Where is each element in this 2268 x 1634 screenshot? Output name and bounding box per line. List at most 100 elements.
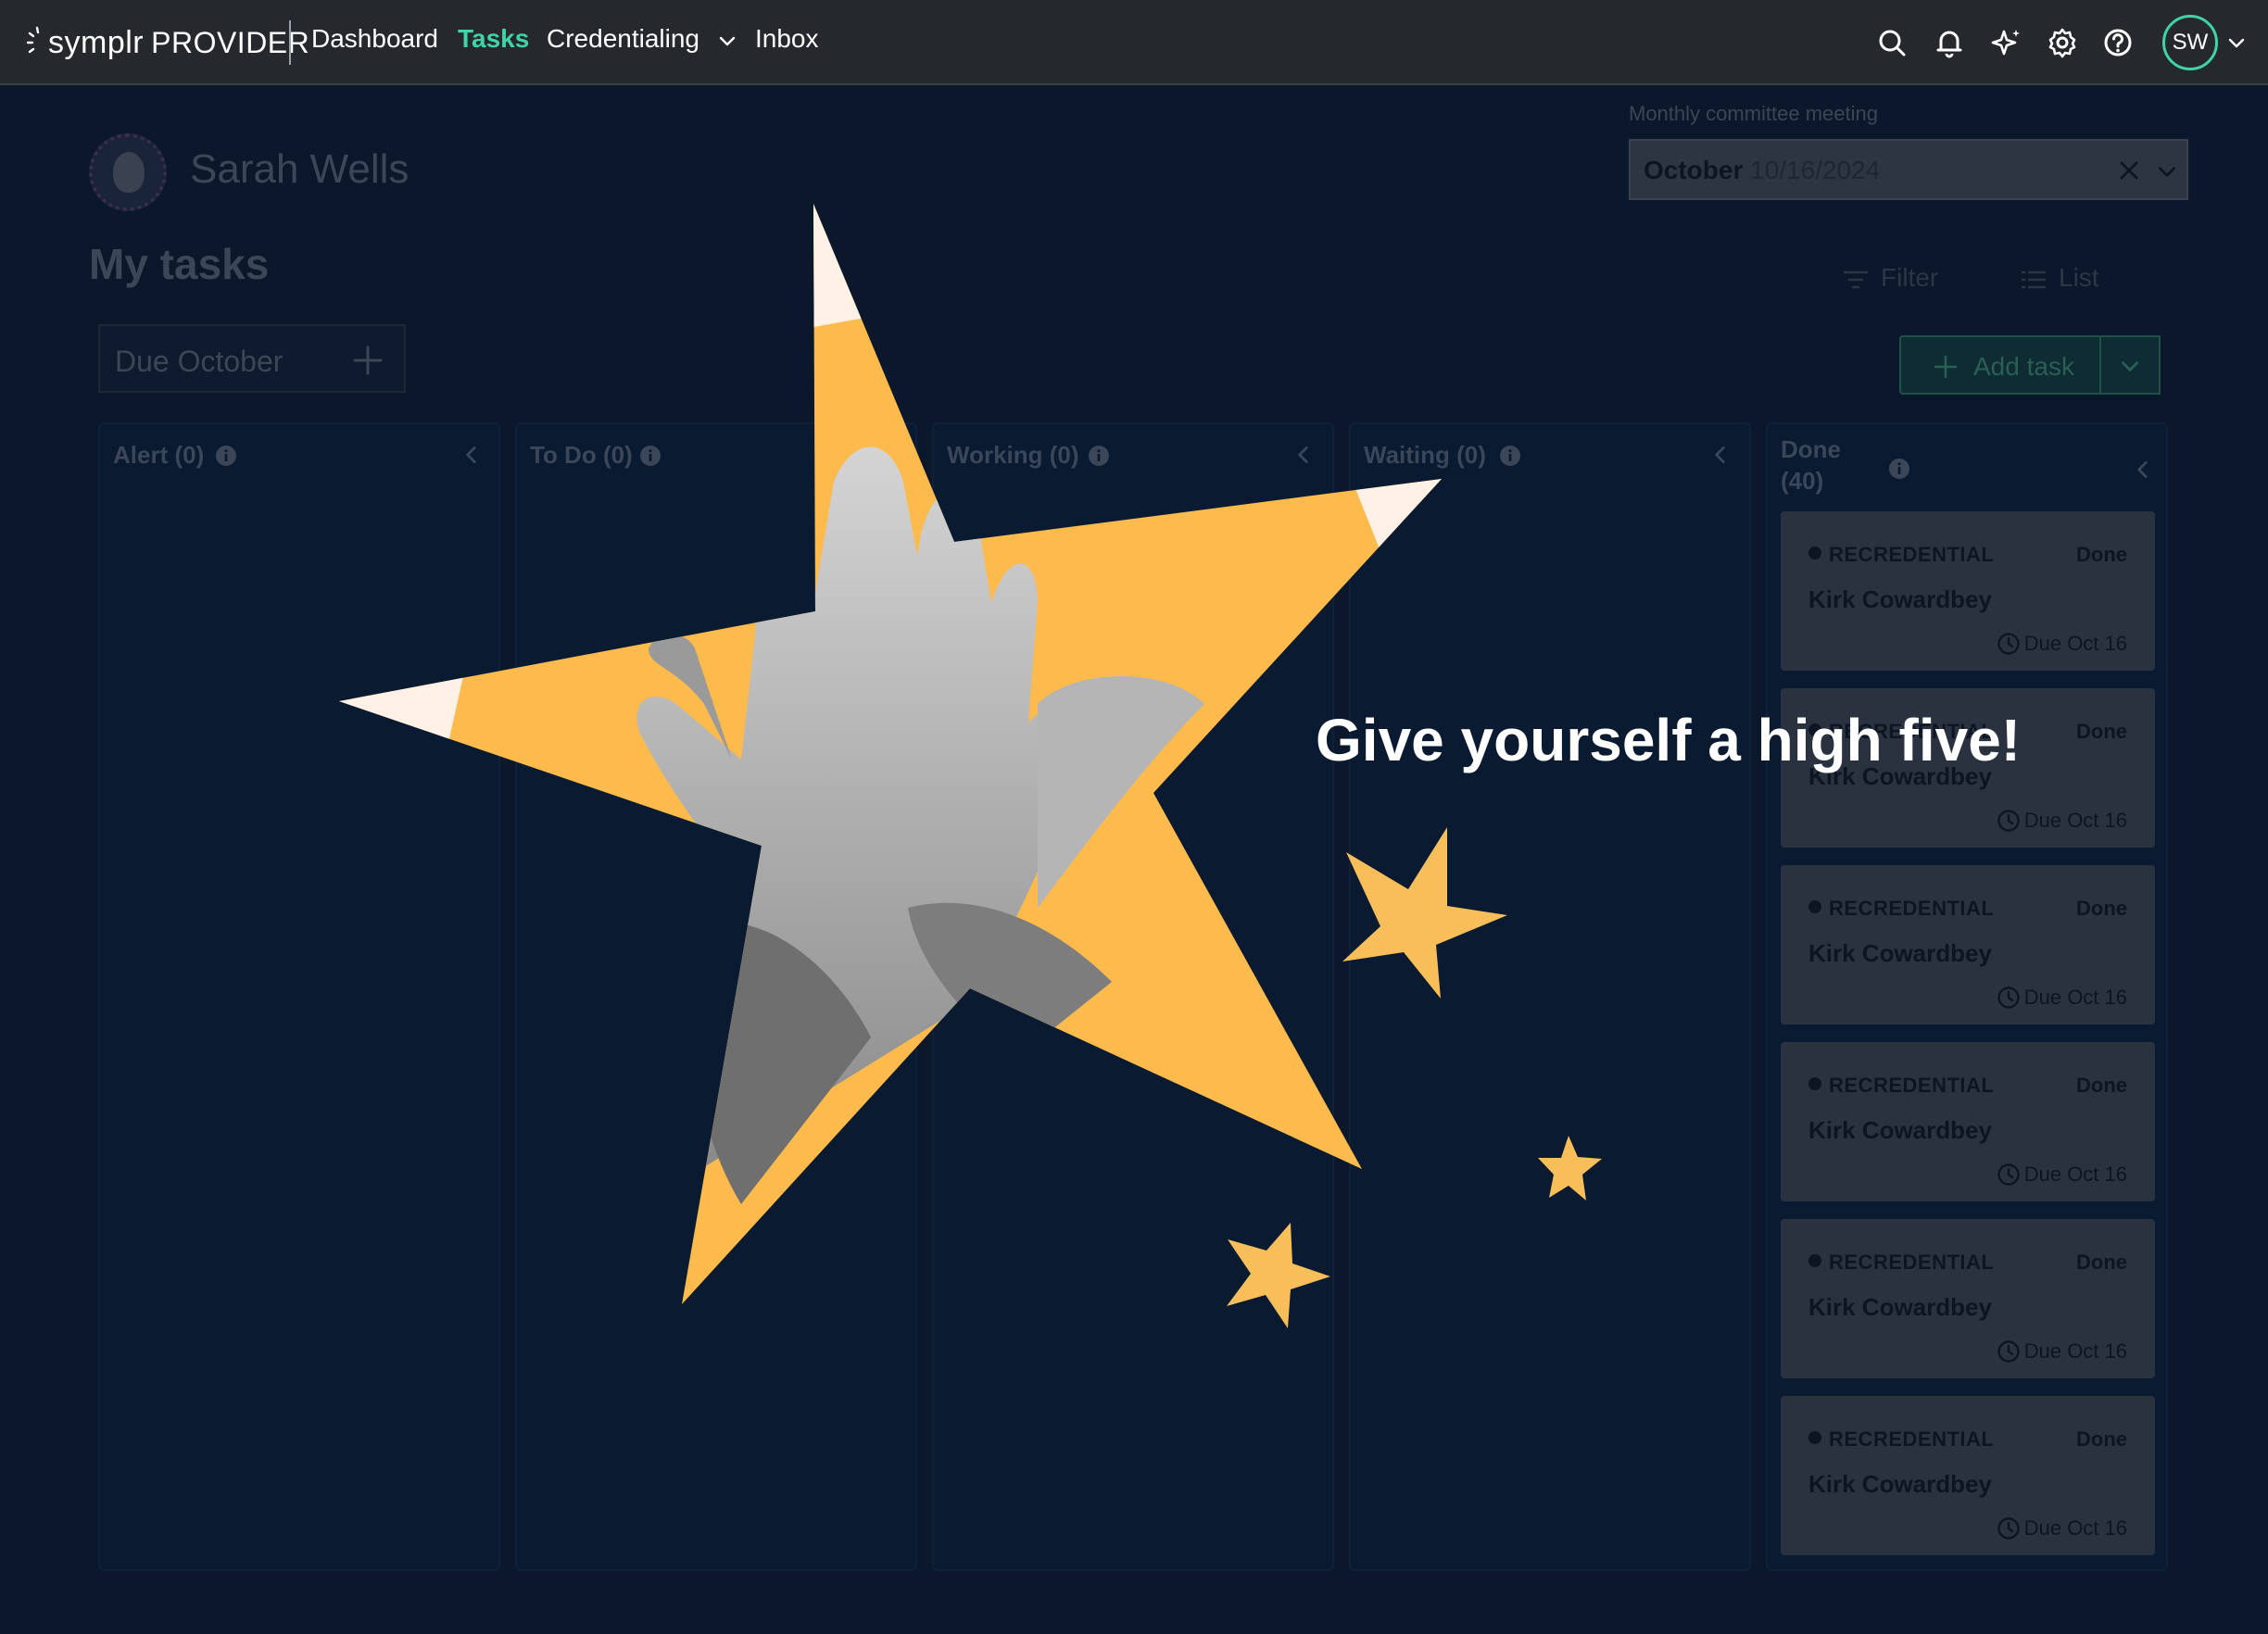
task-type-label: RECREDENTIAL — [1829, 720, 1995, 743]
chevron-left-icon[interactable] — [460, 443, 484, 467]
gear-icon[interactable] — [2046, 26, 2079, 59]
task-card[interactable]: RECREDENTIAL Done Kirk Cowardbey Due Oct 16 — [1781, 511, 2155, 671]
profile-avatar — [89, 133, 167, 211]
due-date: Due Oct 16 — [1997, 632, 2127, 656]
provider-name: Kirk Cowardbey — [1808, 585, 1992, 613]
chevron-down-icon[interactable] — [2225, 31, 2248, 54]
meeting-label: Monthly committee meeting — [1629, 102, 1878, 125]
plus-icon — [1934, 355, 1958, 379]
task-card[interactable]: RECREDENTIAL Done Kirk Cowardbey Due Oct 16 — [1781, 1396, 2155, 1555]
add-task-label: Add task — [1973, 352, 2074, 381]
page-title: My tasks — [89, 240, 270, 288]
info-icon[interactable] — [1499, 445, 1521, 467]
chevron-left-icon[interactable] — [2131, 458, 2155, 482]
provider-name: Kirk Cowardbey — [1808, 1470, 1992, 1498]
due-date: Due Oct 16 — [1997, 986, 2127, 1010]
filter-label: Filter — [1881, 263, 1939, 292]
plus-icon[interactable] — [352, 345, 384, 376]
list-label: List — [2059, 263, 2099, 292]
task-type-tag: RECREDENTIAL — [1808, 1427, 1994, 1452]
chevron-left-icon[interactable] — [1292, 443, 1316, 467]
filter-button[interactable]: Filter — [1842, 263, 1938, 294]
column-todo: To Do (0) — [515, 422, 917, 1571]
search-icon[interactable] — [1875, 26, 1909, 59]
info-icon[interactable] — [1888, 458, 1910, 480]
status-dot — [1808, 1431, 1821, 1444]
status-dot — [1808, 547, 1821, 559]
task-type-tag: RECREDENTIAL — [1808, 720, 1994, 744]
provider-name: Kirk Cowardbey — [1808, 762, 1992, 790]
symplr-logo[interactable]: symplr PROVIDER — [26, 19, 309, 67]
status-dot — [1808, 1077, 1821, 1090]
column-title: Done (40) — [1781, 434, 1841, 496]
meeting-date: 10/16/2024 — [1750, 156, 1881, 184]
clock-icon — [1997, 633, 2020, 655]
status-dot — [1808, 1254, 1821, 1267]
task-card[interactable]: RECREDENTIAL Done Kirk Cowardbey Due Oct 16 — [1781, 1042, 2155, 1201]
provider-name: Kirk Cowardbey — [1808, 1116, 1992, 1144]
task-status: Done — [2076, 1427, 2127, 1451]
task-card[interactable]: RECREDENTIAL Done Kirk Cowardbey Due Oct 16 — [1781, 865, 2155, 1024]
chevron-down-icon — [719, 36, 735, 45]
info-icon[interactable] — [1088, 445, 1110, 467]
sparkle-icon[interactable] — [1990, 26, 2023, 59]
provider-name: Kirk Cowardbey — [1808, 939, 1992, 967]
status-dot — [1808, 723, 1821, 736]
task-type-label: RECREDENTIAL — [1829, 897, 1995, 920]
clock-icon — [1997, 1517, 2020, 1540]
task-type-tag: RECREDENTIAL — [1808, 1251, 1994, 1275]
nav-dashboard[interactable]: Dashboard — [311, 24, 438, 54]
help-icon[interactable] — [2101, 26, 2135, 59]
due-date-label: Due Oct 16 — [2023, 1163, 2127, 1186]
nav-credentialing[interactable]: Credentialing — [547, 24, 738, 54]
column-title-line: Done — [1781, 435, 1841, 463]
column-alert: Alert (0) — [98, 422, 500, 1571]
product-name: PROVIDER — [151, 25, 310, 59]
due-date-label: Due Oct 16 — [2023, 1516, 2127, 1540]
info-icon[interactable] — [639, 445, 662, 467]
nav-inbox[interactable]: Inbox — [755, 24, 819, 54]
nav-tasks[interactable]: Tasks — [458, 24, 529, 54]
due-date-label: Due Oct 16 — [2023, 632, 2127, 655]
filter-icon — [1843, 270, 1869, 288]
logo-divider — [289, 20, 291, 65]
clock-icon — [1997, 810, 2020, 832]
bell-icon[interactable] — [1933, 26, 1966, 59]
chevron-down-icon[interactable] — [2155, 159, 2179, 183]
task-type-tag: RECREDENTIAL — [1808, 543, 1994, 567]
task-type-label: RECREDENTIAL — [1829, 543, 1995, 566]
list-view-button[interactable]: List — [2020, 263, 2099, 294]
status-dot — [1808, 900, 1821, 913]
task-status: Done — [2076, 897, 2127, 920]
sparkle-logo-icon — [26, 26, 40, 54]
info-icon[interactable] — [215, 445, 237, 467]
profile-name: Sarah Wells — [190, 146, 410, 192]
column-title: Working (0) — [947, 441, 1079, 469]
provider-name: Kirk Cowardbey — [1808, 1293, 1992, 1321]
meeting-month: October — [1644, 156, 1744, 184]
meeting-value: October 10/16/2024 — [1644, 156, 1880, 185]
user-avatar-button[interactable]: SW — [2162, 15, 2218, 70]
chevron-down-icon — [2122, 361, 2138, 371]
meeting-select[interactable]: October 10/16/2024 — [1629, 139, 2188, 200]
due-date-label: Due Oct 16 — [2023, 1339, 2127, 1363]
column-working: Working (0) — [932, 422, 1334, 1571]
close-icon[interactable] — [2116, 157, 2142, 183]
task-card[interactable]: RECREDENTIAL Done Kirk Cowardbey Due Oct 16 — [1781, 1219, 2155, 1378]
clock-icon — [1997, 1340, 2020, 1363]
task-card[interactable]: RECREDENTIAL Done Kirk Cowardbey Due Oct 16 — [1781, 688, 2155, 848]
task-status: Done — [2076, 543, 2127, 566]
due-date: Due Oct 16 — [1997, 1516, 2127, 1540]
brand-name: symplr — [48, 24, 145, 60]
due-date: Due Oct 16 — [1997, 1163, 2127, 1187]
chevron-left-icon[interactable] — [1708, 443, 1732, 467]
tasks-page: Sarah Wells Monthly committee meeting Oc… — [0, 87, 2268, 1634]
due-date: Due Oct 16 — [1997, 1339, 2127, 1364]
due-date: Due Oct 16 — [1997, 809, 2127, 833]
column-title: To Do (0) — [530, 441, 633, 469]
nav-credentialing-label: Credentialing — [547, 24, 699, 53]
add-task-menu-button[interactable] — [2099, 335, 2161, 395]
due-date-label: Due Oct 16 — [2023, 986, 2127, 1009]
clock-icon — [1997, 987, 2020, 1009]
due-filter-chip[interactable]: Due October — [98, 324, 406, 393]
